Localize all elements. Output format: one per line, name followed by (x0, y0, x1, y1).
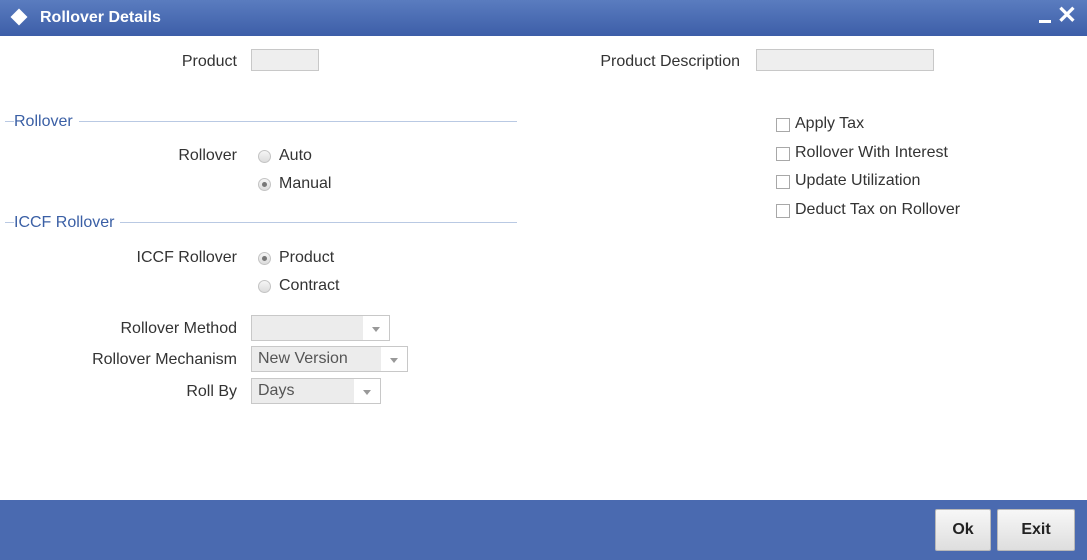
product-label: Product (181, 53, 237, 70)
close-icon[interactable]: ✕ (1057, 4, 1077, 28)
rollover-method-label: Rollover Method (120, 320, 238, 337)
rollover-manual-radio[interactable] (258, 178, 271, 191)
ok-button[interactable]: Ok (935, 509, 991, 551)
rollover-details-window: Rollover Details ✕ Product Product Descr… (0, 0, 1087, 560)
update-utilization-label: Update Utilization (795, 172, 921, 189)
apply-tax-checkbox[interactable] (776, 118, 790, 132)
product-description-label: Product Description (600, 53, 740, 70)
rollover-section-divider (5, 121, 517, 122)
deduct-tax-on-rollover-checkbox[interactable] (776, 204, 790, 218)
rollover-method-select[interactable] (251, 315, 390, 341)
iccf-contract-label: Contract (279, 277, 340, 294)
iccf-contract-radio[interactable] (258, 280, 271, 293)
roll-by-select[interactable]: Days (251, 378, 381, 404)
minimize-icon[interactable] (1039, 20, 1051, 23)
rollover-auto-label: Auto (279, 147, 312, 164)
rollover-auto-radio[interactable] (258, 150, 271, 163)
window-title: Rollover Details (40, 9, 161, 26)
chevron-down-icon (390, 358, 398, 363)
rollover-mechanism-select[interactable]: New Version (251, 346, 408, 372)
rollover-section-title: Rollover (14, 113, 79, 131)
product-field[interactable] (251, 49, 319, 71)
rollover-field-label: Rollover (178, 147, 237, 164)
update-utilization-checkbox[interactable] (776, 175, 790, 189)
chevron-down-icon (372, 327, 380, 332)
iccf-product-radio[interactable] (258, 252, 271, 265)
rollover-with-interest-checkbox[interactable] (776, 147, 790, 161)
title-bar: Rollover Details ✕ (0, 0, 1087, 36)
rollover-with-interest-label: Rollover With Interest (795, 144, 948, 161)
rollover-mechanism-label: Rollover Mechanism (92, 351, 237, 368)
app-diamond-icon (10, 8, 28, 26)
rollover-manual-label: Manual (279, 175, 332, 192)
roll-by-value: Days (252, 379, 354, 403)
rollover-method-value (252, 316, 363, 340)
chevron-down-icon (363, 390, 371, 395)
exit-button[interactable]: Exit (997, 509, 1075, 551)
rollover-mechanism-value: New Version (252, 347, 381, 371)
iccf-rollover-field-label: ICCF Rollover (136, 249, 237, 266)
deduct-tax-on-rollover-label: Deduct Tax on Rollover (795, 201, 961, 218)
product-description-field[interactable] (756, 49, 934, 71)
iccf-product-label: Product (279, 249, 335, 266)
iccf-section-title: ICCF Rollover (14, 214, 121, 232)
roll-by-label: Roll By (186, 383, 237, 400)
footer-bar (0, 500, 1087, 560)
apply-tax-label: Apply Tax (795, 115, 865, 132)
